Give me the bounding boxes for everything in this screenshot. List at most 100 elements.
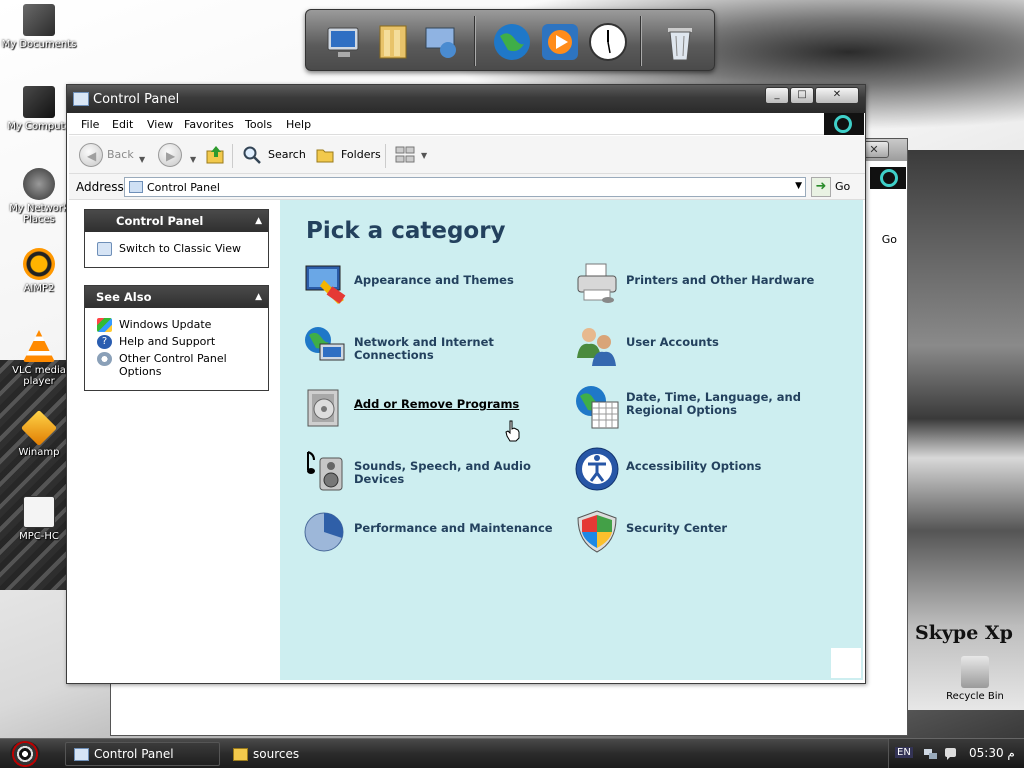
throbber-icon (824, 113, 864, 135)
windows-update-icon (97, 318, 112, 332)
help-and-support-link[interactable]: ? Help and Support (97, 335, 258, 349)
gear-icon (97, 352, 112, 366)
documents-icon[interactable] (372, 20, 416, 64)
language-indicator[interactable]: EN (895, 747, 913, 758)
winamp-icon (20, 409, 58, 447)
network-icon[interactable] (418, 20, 462, 64)
go-arrow-icon[interactable]: ➜ (811, 177, 831, 197)
computer-icon[interactable] (322, 20, 366, 64)
control-panel-section: Control Panel ▲ Switch to Classic View (84, 209, 269, 268)
search-button[interactable]: Search (268, 144, 306, 166)
desktop-icon-recycle-bin[interactable]: Recycle Bin (940, 656, 1010, 702)
control-panel-icon (73, 92, 89, 106)
mpc-hc-icon (23, 496, 55, 528)
see-also-section-header[interactable]: See Also ▲ (85, 286, 268, 308)
windows-update-link[interactable]: Windows Update (97, 318, 258, 332)
category-sounds-speech-audio[interactable]: Sounds, Speech, and Audio Devices (302, 444, 567, 494)
folders-icon[interactable] (315, 145, 335, 165)
background-window-throbber (870, 167, 906, 189)
desktop-icon-my-documents[interactable]: My Documents (0, 4, 78, 50)
see-also-section: See Also ▲ Windows Update ? Help and Sup… (84, 285, 269, 391)
category-network-and-internet[interactable]: Network and Internet Connections (302, 320, 567, 370)
address-value: Control Panel (147, 181, 220, 194)
taskbar-button-control-panel[interactable]: Control Panel (65, 742, 220, 766)
content-corner-box (831, 648, 861, 678)
dock-separator (640, 16, 642, 66)
date-time-globe-icon (574, 384, 620, 430)
back-button[interactable]: Back (107, 144, 134, 166)
category-date-time-language[interactable]: Date, Time, Language, and Regional Optio… (574, 382, 839, 432)
window-title: Control Panel (93, 92, 180, 107)
control-panel-icon (74, 748, 89, 761)
page-title: Pick a category (306, 218, 506, 244)
media-player-icon[interactable] (538, 20, 582, 64)
taskbar: Control Panel sources EN 05:30 م (0, 738, 1024, 768)
address-label: Address (76, 180, 124, 194)
menu-file[interactable]: File (81, 118, 99, 131)
appearance-themes-icon (302, 260, 348, 306)
category-appearance-and-themes[interactable]: Appearance and Themes (302, 258, 567, 308)
folder-icon (233, 748, 248, 761)
start-button[interactable] (10, 741, 40, 767)
network-tray-icon[interactable] (923, 746, 938, 761)
category-printers-and-hardware[interactable]: Printers and Other Hardware (574, 258, 839, 308)
system-tray: EN 05:30 م (888, 739, 1024, 768)
help-icon: ? (97, 335, 112, 349)
wallpaper-brand-text: Skype Xp (915, 622, 1013, 644)
go-button[interactable]: Go (835, 180, 850, 193)
menu-edit[interactable]: Edit (112, 118, 133, 131)
back-dropdown-icon[interactable]: ▼ (139, 155, 145, 164)
close-button[interactable]: ✕ (815, 87, 859, 104)
collapse-icon[interactable]: ▲ (255, 210, 262, 232)
collapse-icon[interactable]: ▲ (255, 286, 262, 308)
performance-maintenance-icon (302, 508, 348, 554)
users-icon (574, 322, 620, 368)
menu-tools[interactable]: Tools (245, 118, 272, 131)
menu-help[interactable]: Help (286, 118, 311, 131)
maximize-button[interactable]: □ (790, 87, 814, 104)
clock[interactable]: 05:30 م (969, 746, 1015, 760)
control-panel-section-header[interactable]: Control Panel ▲ (85, 210, 268, 232)
minimize-button[interactable]: _ (765, 87, 789, 104)
toolbar-separator (385, 144, 386, 168)
vlc-cone-icon (23, 330, 55, 362)
menu-favorites[interactable]: Favorites (184, 118, 234, 131)
clock-icon[interactable] (586, 20, 630, 64)
security-shield-icon (574, 508, 620, 554)
category-performance-and-maintenance[interactable]: Performance and Maintenance (302, 506, 567, 556)
other-control-panel-options-link[interactable]: Other Control Panel Options (97, 352, 258, 378)
menu-view[interactable]: View (147, 118, 173, 131)
address-dropdown-icon[interactable]: ▼ (795, 181, 802, 191)
control-panel-icon (129, 181, 143, 193)
category-accessibility-options[interactable]: Accessibility Options (574, 444, 839, 494)
category-user-accounts[interactable]: User Accounts (574, 320, 839, 370)
search-icon[interactable] (242, 145, 262, 165)
category-security-center[interactable]: Security Center (574, 506, 839, 556)
accessibility-icon (574, 446, 620, 492)
messenger-tray-icon[interactable] (943, 746, 958, 761)
category-add-or-remove-programs[interactable]: Add or Remove Programs (302, 382, 567, 432)
address-field[interactable]: Control Panel ▼ (124, 177, 806, 197)
views-icon[interactable] (395, 145, 419, 165)
aimp-icon (23, 248, 55, 280)
add-remove-programs-icon (302, 384, 348, 430)
folders-button[interactable]: Folders (341, 144, 381, 166)
trash-icon[interactable] (658, 20, 702, 64)
up-folder-icon[interactable] (205, 144, 227, 166)
speaker-icon (302, 446, 348, 492)
printer-icon (574, 260, 620, 306)
address-bar: Address Control Panel ▼ ➜ Go (69, 174, 865, 200)
classic-view-icon (97, 242, 112, 256)
menu-bar: File Edit View Favorites Tools Help (69, 113, 824, 135)
back-arrow-icon[interactable]: ◀ (79, 143, 103, 167)
switch-classic-view-link[interactable]: Switch to Classic View (97, 242, 258, 256)
forward-arrow-icon[interactable]: ▶ (158, 143, 182, 167)
background-window-go-label[interactable]: Go (882, 233, 897, 246)
task-pane: Control Panel ▲ Switch to Classic View S… (69, 200, 280, 680)
globe-icon[interactable] (490, 20, 534, 64)
window-titlebar[interactable]: Control Panel _ □ ✕ (67, 85, 865, 113)
views-dropdown-icon[interactable]: ▼ (421, 151, 427, 160)
forward-dropdown-icon[interactable]: ▼ (190, 155, 196, 164)
taskbar-button-sources[interactable]: sources (224, 742, 379, 766)
hand-cursor-icon (505, 420, 520, 442)
